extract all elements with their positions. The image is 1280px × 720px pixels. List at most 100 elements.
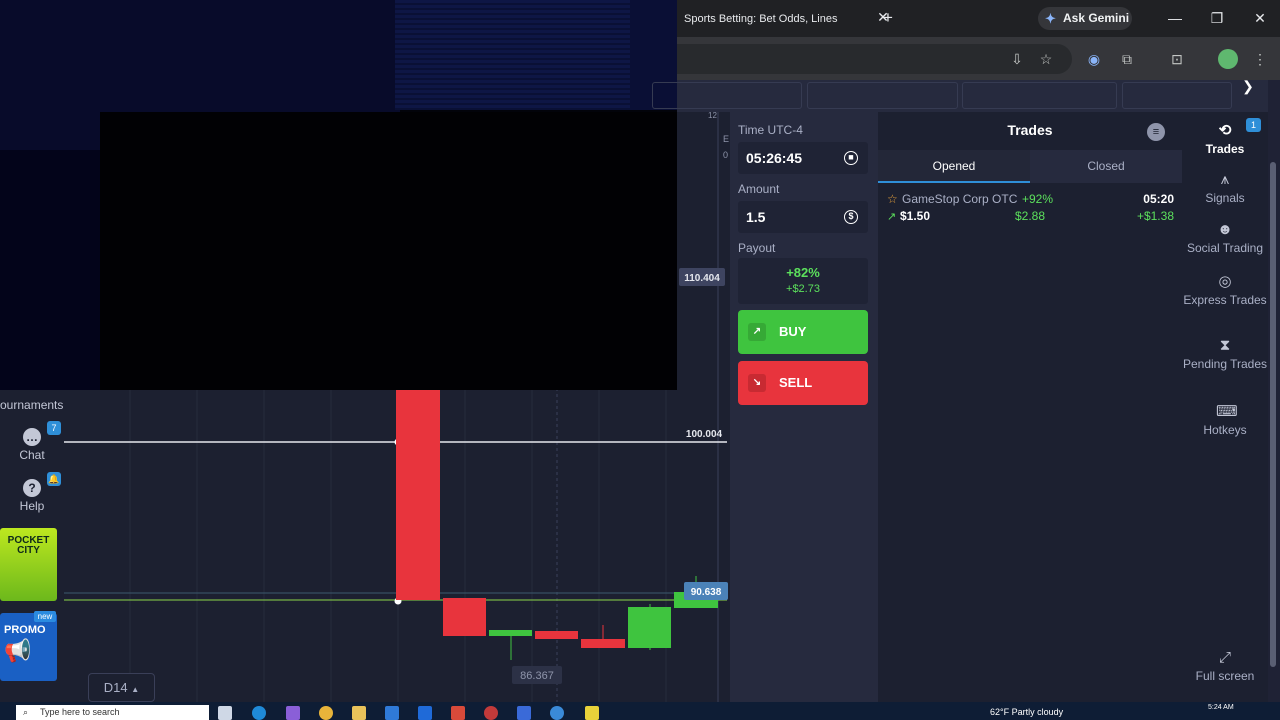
nav-pending-trades[interactable]: ⧗ Pending Trades: [1182, 337, 1268, 371]
bell-icon: 🔔: [47, 472, 61, 486]
promo-banner[interactable]: PROMO 📢: [0, 613, 57, 681]
clock-icon[interactable]: ■: [844, 151, 858, 165]
profile-avatar[interactable]: [1218, 49, 1238, 69]
keyboard-icon: ⌨: [1216, 403, 1238, 420]
bookmark-star-icon[interactable]: ☆: [1035, 48, 1057, 70]
asset-strip-cell[interactable]: [807, 82, 958, 109]
nav-social-label: Social Trading: [1186, 241, 1264, 255]
search-icon: ⌕: [23, 707, 29, 717]
file-explorer-icon[interactable]: [352, 706, 366, 720]
list-menu-icon[interactable]: ≡: [1147, 123, 1165, 141]
candle-down: [396, 390, 440, 600]
chevron-right-icon[interactable]: ❯: [1238, 76, 1258, 96]
axis-label-e: E: [723, 134, 729, 144]
screen: 110.404 100.004 90.638 86.367 12 E 0 Spo…: [0, 0, 1280, 720]
help-label: Help: [19, 499, 45, 513]
arrow-up-icon: ↗: [748, 323, 766, 341]
close-window-icon[interactable]: ✕: [1248, 6, 1272, 30]
minimize-icon[interactable]: —: [1163, 6, 1187, 30]
new-badge: new: [34, 611, 56, 622]
promo-label: PROMO: [4, 624, 46, 636]
tab-opened[interactable]: Opened: [878, 150, 1030, 183]
extensions-puzzle-icon[interactable]: ⧉: [1116, 48, 1138, 70]
expand-icon: ⤢: [1218, 649, 1231, 666]
chat-label: Chat: [19, 448, 45, 462]
browser-tab[interactable]: Sports Betting: Bet Odds, Lines: [677, 4, 873, 37]
trade-payout: $2.88: [1015, 209, 1046, 223]
trade-row[interactable]: ☆ GameStop Corp OTC +92% 05:20 ↗ $1.50 $…: [878, 190, 1182, 228]
timeframe-selector[interactable]: D14 ▲: [88, 673, 155, 702]
video-dark-area: [100, 112, 677, 390]
trade-asset: GameStop Corp OTC: [902, 192, 1018, 206]
time-field[interactable]: 05:26:45 ■: [738, 142, 868, 174]
target-icon: ◎: [1218, 273, 1232, 290]
app-icon[interactable]: [585, 706, 599, 720]
ask-gemini-button[interactable]: ✦ Ask Gemini: [1038, 7, 1132, 30]
nav-trades-label: Trades: [1205, 142, 1245, 156]
taskbar-search[interactable]: ⌕ Type here to search: [16, 705, 209, 720]
signal-antenna-icon: ⩚: [1220, 171, 1230, 188]
caret-up-icon: ▲: [131, 685, 140, 694]
asset-strip-cell[interactable]: [1122, 82, 1232, 109]
nav-express-label: Express Trades: [1183, 293, 1267, 307]
app-icon[interactable]: [484, 706, 498, 720]
pocket-city-banner[interactable]: POCKET CITY: [0, 528, 57, 601]
weather-widget[interactable]: 62°F Partly cloudy: [990, 707, 1063, 717]
app-icon[interactable]: [550, 706, 564, 720]
task-view-icon[interactable]: [218, 706, 232, 720]
price-label-open: 100.004: [686, 429, 723, 440]
edge-icon[interactable]: [252, 706, 266, 720]
sell-label: SELL: [779, 375, 813, 390]
amount-label: Amount: [738, 182, 780, 196]
axis-label-zero: 0: [723, 150, 728, 160]
browser-menu-icon[interactable]: ⋮: [1249, 48, 1271, 70]
buy-label: BUY: [779, 324, 807, 339]
reading-list-icon[interactable]: ⊡: [1166, 48, 1188, 70]
asset-strip-cell[interactable]: [962, 82, 1117, 109]
chrome-icon[interactable]: [319, 706, 333, 720]
ask-gemini-label: Ask Gemini: [1063, 11, 1130, 25]
copilot-icon[interactable]: [286, 706, 300, 720]
pocket-city-label: POCKET CITY: [7, 535, 50, 556]
nav-hotkeys[interactable]: ⌨ Hotkeys: [1182, 403, 1268, 437]
trades-title: Trades: [1007, 122, 1053, 138]
scrollbar-thumb[interactable]: [1270, 162, 1276, 667]
sell-button[interactable]: ↘ SELL: [738, 361, 868, 405]
trade-percent: +92%: [1022, 192, 1054, 206]
candle-down: [443, 598, 486, 636]
nav-signals-label: Signals: [1205, 191, 1245, 205]
search-placeholder: Type here to search: [40, 707, 120, 717]
arrow-up-icon: ↗: [887, 211, 897, 223]
star-icon[interactable]: ☆: [887, 192, 898, 206]
new-tab-icon[interactable]: +: [878, 8, 898, 28]
nav-signals[interactable]: ⩚ Signals: [1182, 171, 1268, 205]
app-icon[interactable]: [517, 706, 531, 720]
video-shadow: [0, 150, 110, 390]
maximize-icon[interactable]: ❐: [1205, 6, 1229, 30]
trade-amount: $1.50: [900, 209, 931, 223]
nav-full-screen[interactable]: ⤢ Full screen: [1182, 649, 1268, 683]
payout-percent: +82%: [786, 265, 820, 280]
amount-value: 1.5: [746, 209, 766, 225]
clock-time[interactable]: 5:24 AM: [1208, 704, 1234, 711]
nav-social-trading[interactable]: ☻ Social Trading: [1182, 221, 1268, 255]
sidebar-item-tournaments[interactable]: ournaments: [0, 398, 64, 412]
nav-express-trades[interactable]: ◎ Express Trades: [1182, 273, 1268, 307]
app-icon[interactable]: [451, 706, 465, 720]
mail-icon[interactable]: [418, 706, 432, 720]
dollar-icon[interactable]: $: [844, 210, 858, 224]
price-label-current: 90.638: [691, 587, 722, 598]
tab-closed[interactable]: Closed: [1030, 150, 1182, 183]
asset-strip-cell[interactable]: [652, 82, 802, 109]
history-icon: ⟲: [1218, 122, 1232, 139]
store-icon[interactable]: [385, 706, 399, 720]
trade-profit: +$1.38: [1136, 209, 1174, 223]
hourglass-icon: ⧗: [1219, 337, 1231, 354]
extension-circle-icon[interactable]: ◉: [1083, 48, 1105, 70]
buy-button[interactable]: ↗ BUY: [738, 310, 868, 354]
install-app-icon[interactable]: ⇩: [1006, 48, 1028, 70]
payout-amount: +$2.73: [786, 283, 820, 295]
candle-down: [535, 631, 578, 639]
amount-field[interactable]: 1.5 $: [738, 201, 868, 233]
price-label-low: 86.367: [520, 670, 554, 682]
